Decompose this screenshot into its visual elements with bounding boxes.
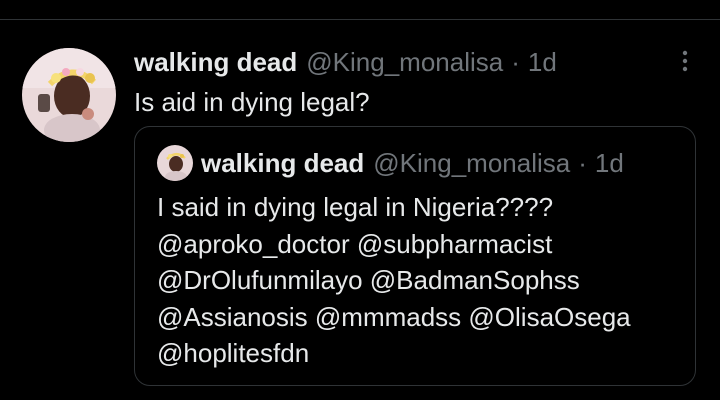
tweet-text: Is aid in dying legal?	[134, 87, 370, 117]
avatar-image	[22, 48, 116, 142]
top-divider	[0, 19, 720, 20]
more-options-button[interactable]	[672, 46, 698, 76]
separator-dot: ·	[511, 47, 520, 77]
quoted-mentions-line[interactable]: @DrOlufunmilayo @BadmanSophss	[157, 262, 687, 299]
quoted-tweet-card[interactable]: walking dead @King_monalisa · 1d I said …	[134, 126, 696, 386]
timestamp[interactable]: 1d	[528, 44, 557, 80]
quoted-author-name[interactable]: walking dead	[201, 145, 364, 181]
quoted-avatar	[157, 145, 193, 181]
more-vertical-icon	[682, 50, 688, 72]
quoted-author-handle[interactable]: @King_monalisa	[373, 145, 570, 181]
quoted-mentions-line[interactable]: @aproko_doctor @subpharmacist	[157, 226, 687, 263]
quoted-timestamp[interactable]: 1d	[595, 145, 624, 181]
quoted-separator-dot: ·	[578, 148, 587, 178]
quoted-avatar-image	[157, 145, 193, 181]
quoted-mentions-line[interactable]: @hoplitesfdn	[157, 335, 687, 372]
tweet-header: walking dead @King_monalisa · 1d	[134, 44, 557, 80]
quoted-text-line: I said in dying legal in Nigeria????	[157, 192, 554, 222]
avatar[interactable]	[22, 48, 116, 142]
quoted-tweet-header: walking dead @King_monalisa · 1d	[201, 145, 624, 181]
quoted-tweet-text: I said in dying legal in Nigeria???? @ap…	[157, 189, 687, 372]
author-handle[interactable]: @King_monalisa	[306, 44, 503, 80]
author-name[interactable]: walking dead	[134, 44, 297, 80]
quoted-mentions-line[interactable]: @Assianosis @mmmadss @OlisaOsega	[157, 299, 687, 336]
